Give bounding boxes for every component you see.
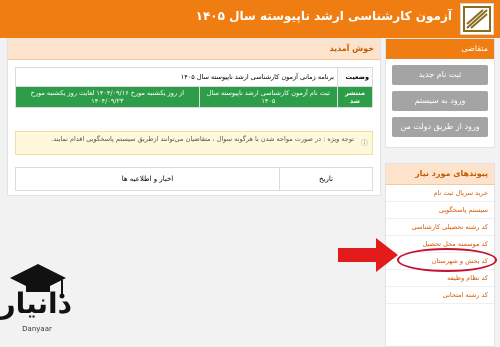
welcome-panel: خوش آمدید وضعیت برنامه زمانی آزمون کارشن… — [7, 38, 381, 196]
welcome-panel-title: خوش آمدید — [8, 39, 380, 60]
highlight-circle — [397, 248, 497, 272]
watermark-text: دانیار — [0, 287, 72, 320]
link-exam-field-code[interactable]: کد رشته امتحانی — [386, 287, 494, 304]
applicant-panel-title: متقاضی — [386, 39, 494, 59]
link-military-code[interactable]: کد نظام وظیفه — [386, 270, 494, 287]
applicant-panel: متقاضی ثبت نام جدید ورود به سیستم ورود ا… — [385, 38, 495, 148]
status-label: وضعیت — [337, 67, 373, 87]
red-arrow-icon — [338, 238, 398, 272]
published-label: منتشر شد — [337, 86, 373, 108]
table-row: وضعیت برنامه زمانی آزمون کارشناسی ارشد ن… — [15, 67, 373, 87]
links-panel-title: پیوندهای مورد نیاز — [386, 164, 494, 185]
registration-dates: از روز یکشنبه مورخ ۱۴۰۴/۰۹/۱۶ لغایت روز … — [15, 86, 200, 108]
notice-text: توجه ویژه : در صورت مواجه شدن با هرگونه … — [51, 135, 354, 143]
info-icon: ⓘ — [361, 139, 368, 147]
news-title-header: اخبار و اطلاعیه ها — [15, 167, 280, 191]
table-header-row: تاریخ اخبار و اطلاعیه ها — [15, 167, 373, 191]
register-new-button[interactable]: ثبت نام جدید — [392, 65, 488, 85]
link-bachelor-field-code[interactable]: کد رشته تحصیلی کارشناسی — [386, 219, 494, 236]
status-table: وضعیت برنامه زمانی آزمون کارشناسی ارشد ن… — [15, 67, 373, 108]
status-schedule-text: برنامه زمانی آزمون کارشناسی ارشد ناپیوست… — [15, 67, 338, 87]
notice-box: ⓘ توجه ویژه : در صورت مواجه شدن با هرگون… — [15, 131, 373, 155]
table-row: منتشر شد ثبت نام آزمون کارشناسی ارشد ناپ… — [15, 86, 373, 108]
login-button[interactable]: ورود به سیستم — [392, 91, 488, 111]
link-buy-serial[interactable]: خرید سریال ثبت نام — [386, 185, 494, 202]
site-header: آزمون کارشناسی ارشد ناپیوسته سال ۱۴۰۵ — [0, 0, 500, 38]
news-table: تاریخ اخبار و اطلاعیه ها — [15, 167, 373, 191]
login-dolat-man-button[interactable]: ورود از طریق دولت من — [392, 117, 488, 137]
watermark-subtext: Danyaar — [22, 325, 52, 333]
news-date-header: تاریخ — [279, 167, 373, 191]
site-logo[interactable] — [460, 3, 494, 35]
link-support-system[interactable]: سیستم پاسخگویی — [386, 202, 494, 219]
site-title: آزمون کارشناسی ارشد ناپیوسته سال ۱۴۰۵ — [195, 9, 452, 23]
registration-title: ثبت نام آزمون کارشناسی ارشد ناپیوسته سال… — [198, 86, 339, 108]
